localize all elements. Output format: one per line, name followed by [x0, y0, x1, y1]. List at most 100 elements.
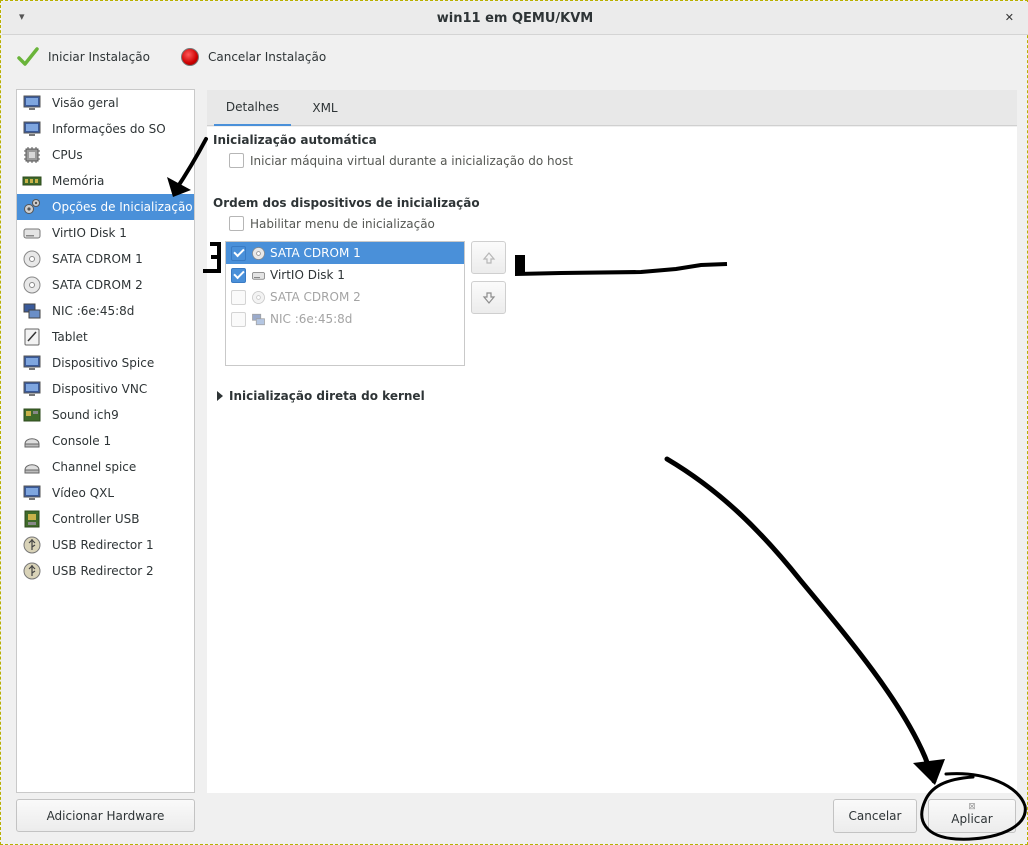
- sidebar-item-label: USB Redirector 1: [52, 538, 154, 552]
- sidebar-item[interactable]: Memória: [17, 168, 194, 194]
- disk-icon: [250, 267, 266, 283]
- sidebar-item[interactable]: SATA CDROM 2: [17, 272, 194, 298]
- sidebar-item-label: USB Redirector 2: [52, 564, 154, 578]
- cancel-button[interactable]: Cancelar: [833, 799, 917, 833]
- sidebar-item[interactable]: Visão geral: [17, 90, 194, 116]
- memory-icon: [21, 170, 43, 192]
- sidebar-item[interactable]: Opções de Inicialização: [17, 194, 194, 220]
- sidebar-item-label: SATA CDROM 2: [52, 278, 143, 292]
- apply-icon: ⊠: [968, 802, 976, 812]
- window: ▾ win11 em QEMU/KVM ✕ Iniciar Instalação…: [0, 0, 1028, 845]
- direct-kernel-boot-expander[interactable]: Inicialização direta do kernel: [217, 389, 425, 403]
- move-down-button[interactable]: [471, 281, 506, 314]
- boot-menu-checkbox-row[interactable]: Habilitar menu de inicialização: [229, 216, 435, 231]
- boot-menu-label: Habilitar menu de inicialização: [250, 216, 435, 231]
- boot-device-checkbox[interactable]: [231, 245, 246, 261]
- sidebar-item-label: Memória: [52, 174, 105, 188]
- boot-device-label: SATA CDROM 2: [270, 290, 361, 304]
- boot-device-row[interactable]: SATA CDROM 2: [226, 286, 464, 308]
- begin-install-label: Iniciar Instalação: [48, 50, 150, 64]
- sidebar-item[interactable]: USB Redirector 2: [17, 558, 194, 584]
- sidebar-item[interactable]: Tablet: [17, 324, 194, 350]
- arrow-down-icon: [482, 291, 495, 304]
- apply-label: Aplicar: [951, 812, 993, 826]
- boot-device-row[interactable]: NIC :6e:45:8d: [226, 308, 464, 330]
- sidebar-item[interactable]: Vídeo QXL: [17, 480, 194, 506]
- autostart-title: Inicialização automática: [213, 133, 377, 147]
- sidebar-item[interactable]: NIC :6e:45:8d: [17, 298, 194, 324]
- window-title: win11 em QEMU/KVM: [436, 11, 594, 26]
- sidebar-item-label: SATA CDROM 1: [52, 252, 143, 266]
- sidebar-item[interactable]: USB Redirector 1: [17, 532, 194, 558]
- title-bar: ▾ win11 em QEMU/KVM ✕: [2, 2, 1028, 35]
- monitor-icon: [21, 118, 43, 140]
- sidebar-item[interactable]: Informações do SO: [17, 116, 194, 142]
- sidebar-item[interactable]: Controller USB: [17, 506, 194, 532]
- tab-bar: Detalhes XML: [207, 90, 1017, 126]
- gears-icon: [21, 196, 43, 218]
- usb-icon: [21, 560, 43, 582]
- sidebar-item-label: Channel spice: [52, 460, 137, 474]
- add-hardware-button[interactable]: Adicionar Hardware: [16, 799, 195, 832]
- boot-device-checkbox[interactable]: [231, 267, 246, 283]
- cdrom-icon: [250, 289, 266, 305]
- cdrom-icon: [21, 274, 43, 296]
- sidebar-item-label: Dispositivo Spice: [52, 356, 155, 370]
- autostart-checkbox-row[interactable]: Iniciar máquina virtual durante a inicia…: [229, 153, 573, 168]
- sidebar-item-label: NIC :6e:45:8d: [52, 304, 135, 318]
- direct-kernel-boot-label: Inicialização direta do kernel: [229, 389, 425, 403]
- begin-install-button[interactable]: Iniciar Instalação: [17, 45, 150, 69]
- close-icon[interactable]: ✕: [1005, 11, 1014, 24]
- sidebar-item[interactable]: VirtIO Disk 1: [17, 220, 194, 246]
- sidebar-item[interactable]: CPUs: [17, 142, 194, 168]
- expander-arrow-icon: [217, 391, 223, 401]
- sidebar-item-label: Dispositivo VNC: [52, 382, 148, 396]
- disk-icon: [21, 222, 43, 244]
- monitor-icon: [21, 352, 43, 374]
- sidebar-item[interactable]: Console 1: [17, 428, 194, 454]
- cpu-icon: [21, 144, 43, 166]
- sidebar-item[interactable]: Channel spice: [17, 454, 194, 480]
- sidebar-item[interactable]: Dispositivo VNC: [17, 376, 194, 402]
- sidebar-item-label: Vídeo QXL: [52, 486, 115, 500]
- cancel-install-label: Cancelar Instalação: [208, 50, 327, 64]
- boot-device-checkbox[interactable]: [231, 311, 246, 327]
- boot-device-row[interactable]: SATA CDROM 1: [226, 242, 464, 264]
- move-up-button[interactable]: [471, 241, 506, 274]
- sidebar-item[interactable]: Sound ich9: [17, 402, 194, 428]
- controller-icon: [21, 508, 43, 530]
- hardware-list: Visão geral Informações do SO CPUs Memória O…: [16, 89, 195, 793]
- tablet-icon: [21, 326, 43, 348]
- boot-device-label: NIC :6e:45:8d: [270, 312, 353, 326]
- sidebar-item-label: Tablet: [52, 330, 88, 344]
- sidebar-item-label: Opções de Inicialização: [52, 200, 193, 214]
- sidebar-item[interactable]: SATA CDROM 1: [17, 246, 194, 272]
- boot-device-label: SATA CDROM 1: [270, 246, 361, 260]
- boot-menu-checkbox[interactable]: [229, 216, 244, 231]
- sidebar-item-label: Controller USB: [52, 512, 140, 526]
- stop-icon: [181, 48, 199, 66]
- sidebar-item[interactable]: Dispositivo Spice: [17, 350, 194, 376]
- tab-xml[interactable]: XML: [303, 90, 347, 126]
- network-icon: [250, 311, 266, 327]
- apply-button[interactable]: ⊠ Aplicar: [928, 799, 1016, 833]
- serial-icon: [21, 430, 43, 452]
- boot-device-checkbox[interactable]: [231, 289, 246, 305]
- cancel-install-button[interactable]: Cancelar Instalação: [181, 45, 326, 69]
- sidebar-item-label: Visão geral: [52, 96, 119, 110]
- sidebar-item-label: CPUs: [52, 148, 83, 162]
- sidebar-item-label: VirtIO Disk 1: [52, 226, 127, 240]
- arrow-up-icon: [482, 251, 495, 264]
- network-icon: [21, 300, 43, 322]
- sidebar-item-label: Console 1: [52, 434, 112, 448]
- boot-device-row[interactable]: VirtIO Disk 1: [226, 264, 464, 286]
- usb-icon: [21, 534, 43, 556]
- tab-details[interactable]: Detalhes: [214, 90, 291, 126]
- sidebar-item-label: Sound ich9: [52, 408, 119, 422]
- boot-device-list: SATA CDROM 1 VirtIO Disk 1 SATA CDROM 2 NIC…: [225, 241, 465, 366]
- sound-card-icon: [21, 404, 43, 426]
- monitor-icon: [21, 378, 43, 400]
- check-icon: [17, 47, 39, 66]
- monitor-icon: [21, 482, 43, 504]
- autostart-checkbox[interactable]: [229, 153, 244, 168]
